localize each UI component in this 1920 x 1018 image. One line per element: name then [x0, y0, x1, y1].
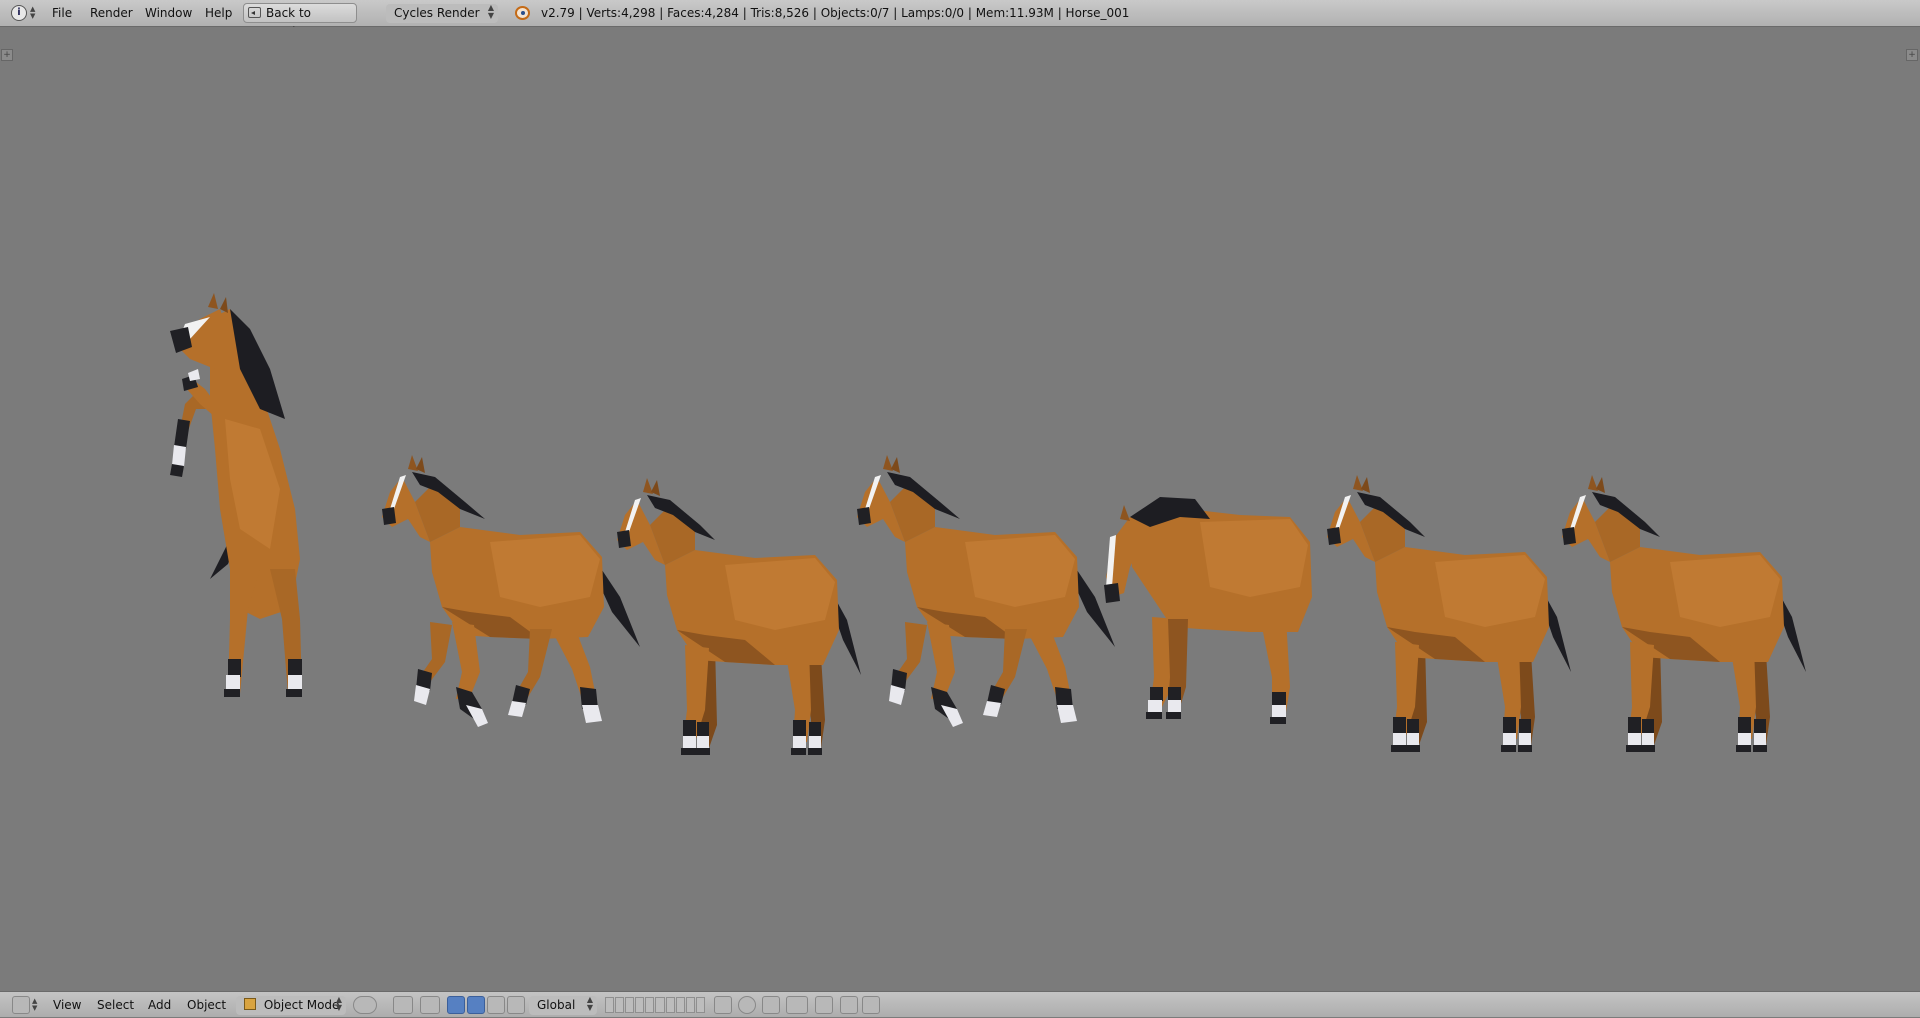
proportional-editing-icon[interactable] [738, 996, 756, 1014]
menu-select[interactable]: Select [97, 992, 134, 1018]
menu-view[interactable]: View [53, 992, 81, 1018]
mode-select[interactable]: Object Mode ▲ ▼ [236, 996, 346, 1015]
opengl-animation-icon[interactable] [862, 996, 880, 1014]
layer-button[interactable] [675, 997, 685, 1013]
layer-button[interactable] [635, 997, 645, 1013]
info-icon[interactable]: i [11, 5, 27, 21]
menu-window[interactable]: Window [145, 0, 192, 27]
opengl-render-icon[interactable] [840, 996, 858, 1014]
layer-button[interactable] [615, 997, 625, 1013]
mode-value: Object Mode [263, 998, 340, 1012]
layer-buttons[interactable] [605, 997, 705, 1013]
transform-orientation-select[interactable]: Global ▲ ▼ [529, 996, 597, 1015]
layer-button[interactable] [655, 997, 665, 1013]
horse-trot-1 [617, 478, 861, 755]
object-mode-cube-icon [244, 998, 256, 1010]
menu-add[interactable]: Add [148, 992, 171, 1018]
editor-type-arrows-icon[interactable]: ▲ ▼ [30, 6, 35, 20]
menu-help[interactable]: Help [205, 0, 232, 27]
select-arrows-icon: ▲ ▼ [586, 995, 593, 1012]
viewport-shading-icon[interactable] [353, 996, 377, 1014]
blender-logo-icon [515, 6, 530, 20]
render-engine-value: Cycles Render [394, 6, 480, 20]
horse-head-down [1104, 497, 1312, 724]
translate-manipulator-icon[interactable] [447, 996, 465, 1014]
menu-object[interactable]: Object [187, 992, 226, 1018]
horse-gallop-1 [382, 455, 640, 727]
transform-orientation-value: Global [537, 998, 576, 1012]
pivot-point-icon[interactable] [393, 996, 413, 1014]
layer-button[interactable] [645, 997, 655, 1013]
screen-back-icon [248, 7, 261, 18]
horse-walk [1327, 475, 1571, 752]
menu-render[interactable]: Render [90, 0, 133, 27]
render-only-icon[interactable] [815, 996, 833, 1014]
layer-button[interactable] [605, 997, 615, 1013]
rotate-manipulator-icon[interactable] [467, 996, 485, 1014]
layer-button[interactable] [665, 997, 675, 1013]
horse-gallop-2 [857, 455, 1115, 727]
layer-button[interactable] [625, 997, 635, 1013]
select-arrows-icon: ▲ ▼ [487, 3, 494, 20]
menu-file[interactable]: File [52, 0, 72, 27]
transform-extra-icon[interactable] [507, 996, 525, 1014]
info-header: i ▲▼ File Render Window Help Back to Pre… [0, 0, 1920, 39]
layer-button[interactable] [685, 997, 695, 1013]
horse-standing [1562, 475, 1806, 752]
layer-button[interactable] [695, 997, 705, 1013]
render-engine-select[interactable]: Cycles Render ▲ ▼ [386, 4, 498, 23]
back-to-previous-button[interactable]: Back to Previous [243, 3, 357, 39]
snap-element-icon[interactable] [786, 996, 808, 1014]
3d-view-icon[interactable] [12, 996, 30, 1014]
lock-camera-icon[interactable] [714, 996, 732, 1014]
scene-statistics: v2.79 | Verts:4,298 | Faces:4,284 | Tris… [541, 6, 1130, 20]
3d-view-header: ▲ ▼ View Select Add Object Object Mode ▲ ▼… [0, 991, 1920, 1017]
horse-rearing [170, 293, 302, 697]
select-arrows-icon: ▲ ▼ [335, 995, 342, 1012]
scene-render [170, 293, 1806, 755]
manipulator-toggle-icon[interactable] [420, 996, 440, 1014]
scale-manipulator-icon[interactable] [487, 996, 505, 1014]
editor-type-arrows-icon[interactable]: ▲ ▼ [32, 998, 37, 1012]
snap-toggle-icon[interactable] [762, 996, 780, 1014]
3d-viewport[interactable]: + + [0, 27, 1920, 991]
